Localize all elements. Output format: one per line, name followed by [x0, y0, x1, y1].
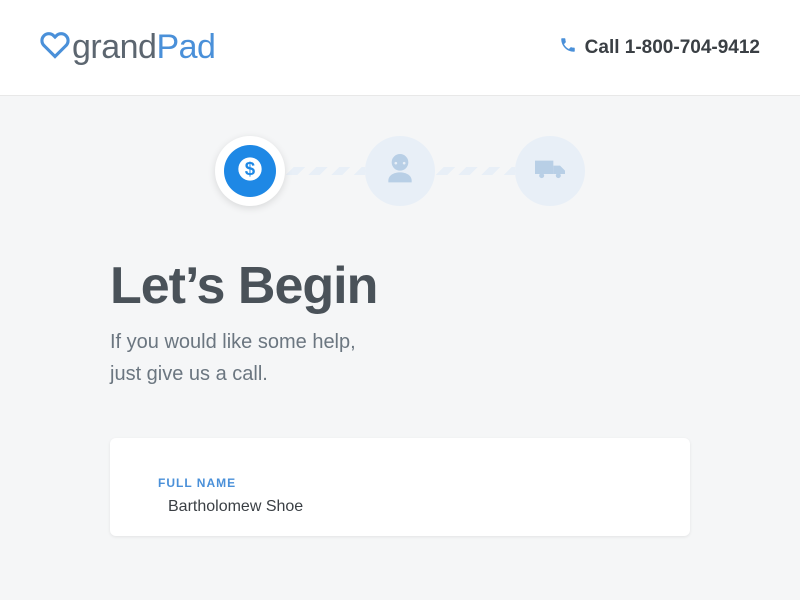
step-shipping-circle [515, 136, 585, 206]
phone-label: Call 1-800-704-9412 [585, 37, 760, 59]
subtitle-line1: If you would like some help, [110, 331, 356, 353]
subtitle-line2: just give us a call. [110, 363, 268, 385]
progress-step-user [365, 136, 435, 206]
header: grandPad Call 1-800-704-9412 [0, 0, 800, 96]
logo[interactable]: grandPad [40, 28, 215, 67]
svg-text:$: $ [245, 157, 256, 178]
logo-text-grand: grand [72, 28, 156, 66]
main-content: Let’s Begin If you would like some help,… [0, 256, 800, 536]
logo-text-pad: Pad [156, 28, 215, 66]
phone-icon [559, 36, 577, 59]
dollar-icon: $ [236, 155, 264, 188]
content: $ [0, 96, 800, 536]
phone-link[interactable]: Call 1-800-704-9412 [559, 36, 760, 59]
progress-step-payment: $ [215, 136, 285, 206]
page-title: Let’s Begin [110, 256, 690, 316]
progress-connector [435, 167, 515, 175]
person-icon [380, 149, 420, 194]
page-subtitle: If you would like some help, just give u… [110, 326, 690, 390]
progress-indicator: $ [0, 136, 800, 206]
progress-step-shipping [515, 136, 585, 206]
form-card: FULL NAME Bartholomew Shoe [110, 438, 690, 536]
full-name-field[interactable]: FULL NAME Bartholomew Shoe [158, 476, 642, 516]
step-user-circle [365, 136, 435, 206]
field-value: Bartholomew Shoe [158, 498, 642, 516]
step-payment-circle: $ [215, 136, 285, 206]
heart-icon [40, 30, 70, 65]
field-label: FULL NAME [158, 476, 642, 490]
truck-icon [530, 149, 570, 194]
progress-connector [285, 167, 365, 175]
